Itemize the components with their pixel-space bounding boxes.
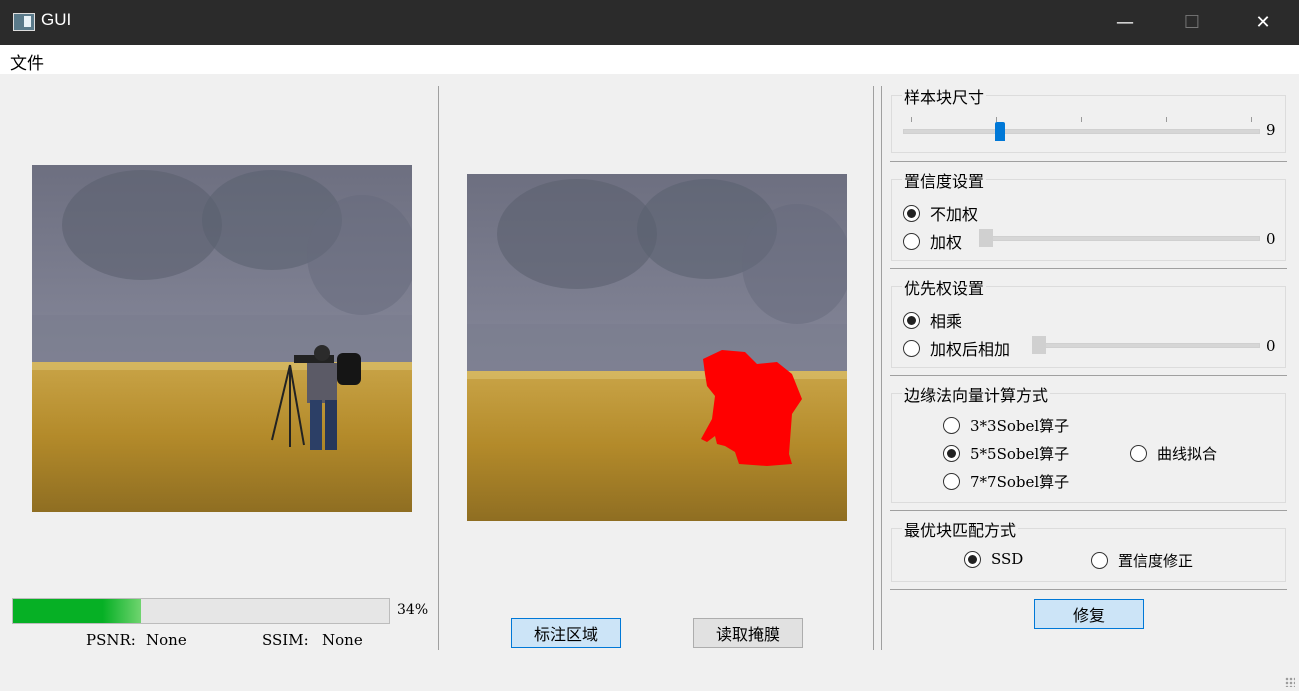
tick xyxy=(911,117,912,122)
separator xyxy=(890,589,1287,590)
radio-dot xyxy=(903,339,920,357)
radio-label: 加权后相加 xyxy=(930,340,1011,359)
curve-fitting-radio[interactable]: 曲线拟合 xyxy=(1130,443,1217,464)
progress-label: 34% xyxy=(397,602,429,618)
best-match-title: 最优块匹配方式 xyxy=(902,517,1019,541)
patch-size-slider-thumb[interactable] xyxy=(994,122,1005,141)
separator xyxy=(890,161,1287,162)
radio-label: 不加权 xyxy=(930,205,979,224)
confidence-slider-thumb[interactable] xyxy=(979,229,993,247)
radio-label: SSD xyxy=(991,550,1024,568)
radio-dot xyxy=(943,445,960,462)
sobel-7x7-radio[interactable]: 7*7Sobel算子 xyxy=(943,471,1069,492)
priority-slider-thumb[interactable] xyxy=(1032,336,1046,354)
radio-label: 曲线拟合 xyxy=(1157,445,1218,463)
ssim-label: SSIM: xyxy=(262,631,309,649)
divider-right-a xyxy=(873,86,874,650)
patch-size-slider-track[interactable] xyxy=(903,129,1260,134)
patch-size-title: 样本块尺寸 xyxy=(902,84,987,108)
ssd-radio[interactable]: SSD xyxy=(964,550,1023,568)
psnr-label: PSNR: xyxy=(86,631,136,649)
edge-normal-title: 边缘法向量计算方式 xyxy=(902,382,1051,406)
window-title: GUI xyxy=(41,10,72,29)
radio-label: 置信度修正 xyxy=(1118,552,1194,570)
resize-grip-icon[interactable] xyxy=(1285,677,1295,687)
patch-size-value: 9 xyxy=(1266,121,1276,139)
mark-region-button[interactable]: 标注区域 xyxy=(511,618,621,648)
radio-dot xyxy=(964,550,981,568)
radio-dot xyxy=(943,417,960,434)
separator xyxy=(890,268,1287,269)
radio-label: 加权 xyxy=(930,233,963,252)
priority-slider-track[interactable] xyxy=(1032,343,1260,348)
minimize-button[interactable]: — xyxy=(1090,0,1160,45)
original-image xyxy=(32,165,412,512)
priority-title: 优先权设置 xyxy=(902,275,987,299)
separator xyxy=(890,510,1287,511)
radio-dot xyxy=(903,204,920,222)
progress-bar xyxy=(12,598,390,624)
confidence-slider-track[interactable] xyxy=(979,236,1260,241)
app-icon xyxy=(13,13,35,31)
divider-right-b xyxy=(881,86,882,650)
radio-label: 3*3Sobel算子 xyxy=(970,417,1070,435)
priority-value: 0 xyxy=(1266,337,1276,355)
repair-button[interactable]: 修复 xyxy=(1034,599,1144,629)
divider-left xyxy=(438,86,439,650)
radio-dot xyxy=(903,311,920,329)
read-mask-button[interactable]: 读取掩膜 xyxy=(693,618,803,648)
radio-dot xyxy=(1091,552,1108,569)
radio-dot xyxy=(1130,445,1147,462)
menu-bar: 文件 xyxy=(0,45,1299,74)
maximize-button[interactable]: ☐ xyxy=(1157,0,1227,45)
sobel-3x3-radio[interactable]: 3*3Sobel算子 xyxy=(943,415,1069,436)
close-button[interactable]: ✕ xyxy=(1228,0,1298,45)
radio-label: 7*7Sobel算子 xyxy=(970,473,1070,491)
radio-label: 相乘 xyxy=(930,312,963,331)
psnr-value: None xyxy=(146,631,187,649)
masked-image[interactable] xyxy=(467,174,847,521)
progress-fill xyxy=(13,599,141,623)
radio-dot xyxy=(943,473,960,490)
priority-multiply-radio[interactable]: 相乘 xyxy=(903,308,962,332)
confidence-title: 置信度设置 xyxy=(902,168,987,192)
radio-dot xyxy=(903,232,920,250)
sobel-5x5-radio[interactable]: 5*5Sobel算子 xyxy=(943,443,1069,464)
confidence-unweighted-radio[interactable]: 不加权 xyxy=(903,201,978,225)
tick xyxy=(1166,117,1167,122)
radio-label: 5*5Sobel算子 xyxy=(970,445,1070,463)
menu-file[interactable]: 文件 xyxy=(10,49,44,74)
confidence-correction-radio[interactable]: 置信度修正 xyxy=(1091,550,1193,571)
tick xyxy=(1081,117,1082,122)
ssim-value: None xyxy=(322,631,363,649)
title-bar: GUI — ☐ ✕ xyxy=(0,0,1299,45)
confidence-weighted-radio[interactable]: 加权 xyxy=(903,229,962,253)
priority-weighted-add-radio[interactable]: 加权后相加 xyxy=(903,336,1010,360)
confidence-value: 0 xyxy=(1266,230,1276,248)
tick xyxy=(1251,117,1252,122)
separator xyxy=(890,375,1287,376)
